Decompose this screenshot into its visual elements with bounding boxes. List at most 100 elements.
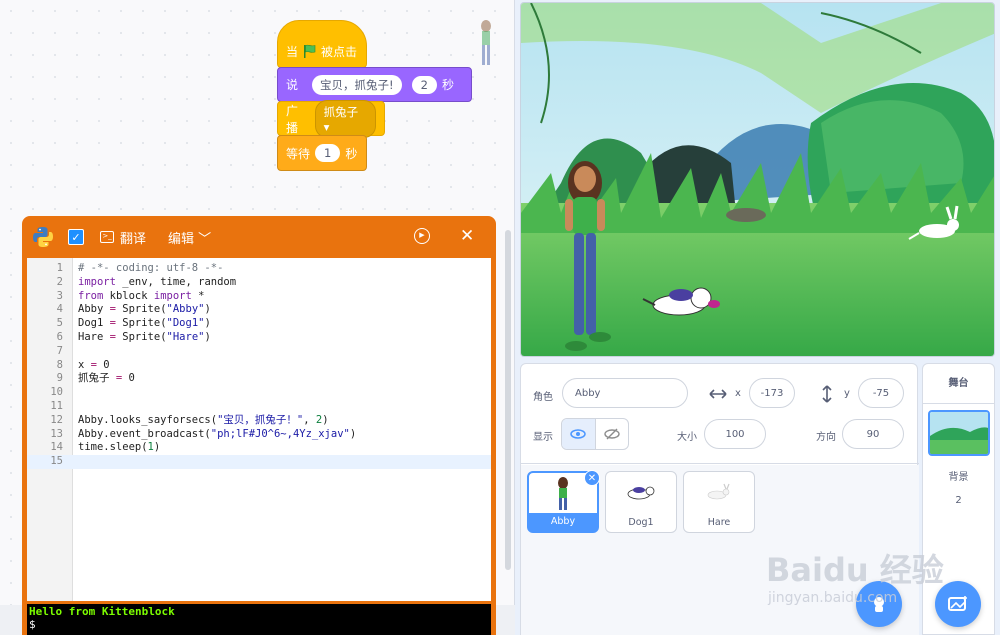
code-editor[interactable]: 1 # -*- coding: utf-8 -*- 2 import _env, ti… (27, 258, 491, 601)
chevron-down-icon: ▾ (323, 119, 330, 134)
when-label: 当 (286, 44, 299, 59)
python-editor-toolbar: ✓ >_ 翻译 编辑 ﹀ ▶ ✕ (22, 216, 496, 258)
y-label: y (844, 388, 850, 399)
line-number: 14 (50, 441, 63, 454)
line-number: 12 (50, 413, 63, 426)
broadcast-block[interactable]: 广播 抓兔子 ▾ (277, 99, 385, 138)
line-number: 10 (50, 386, 63, 399)
show-eye-icon[interactable] (562, 419, 596, 449)
code-line[interactable]: 14 time.sleep(1) (27, 441, 491, 455)
script-scrollbar[interactable] (505, 230, 511, 570)
stage-backdrop-thumbnail[interactable] (927, 410, 990, 456)
abby-thumbnail-icon (558, 477, 568, 510)
run-play-icon[interactable]: ▶ (414, 228, 430, 244)
sprite-tile-dog1[interactable]: Dog1 (605, 471, 677, 533)
sprite-tile-hare[interactable]: Hare (683, 471, 755, 533)
close-icon[interactable]: ✕ (460, 226, 474, 246)
choose-backdrop-button[interactable] (935, 581, 981, 627)
code-line[interactable]: 11 (27, 400, 491, 414)
sprite-tile-label: Hare (707, 517, 731, 528)
delete-sprite-icon[interactable]: ✕ (584, 470, 600, 486)
line-number: 1 (56, 262, 63, 274)
current-sprite-thumbnail-icon (481, 20, 491, 65)
stage-canvas[interactable] (520, 2, 995, 357)
code-line[interactable]: 7 (27, 345, 491, 359)
say-text-input[interactable]: 宝贝，抓兔子! (312, 74, 402, 95)
code-line[interactable]: 13 Abby.event_broadcast("ph;lF#J0^6~,4Yz_… (27, 428, 491, 442)
sprite-tile-label: Dog1 (628, 517, 654, 528)
code-text: 抓兔子 = 0 (78, 372, 135, 385)
say-seconds-input[interactable]: 2 (411, 75, 437, 94)
wait-seconds-input[interactable]: 1 (315, 144, 341, 162)
code-line[interactable]: 1 # -*- coding: utf-8 -*- (27, 262, 491, 276)
code-line[interactable]: 3 from kblock import * (27, 290, 491, 304)
sprite-tile-abby[interactable]: ✕ Abby (527, 470, 600, 533)
sprite-add-icon (874, 597, 884, 612)
code-line[interactable]: 12 Abby.looks_sayforsecs("宝贝，抓兔子！", 2) (27, 414, 491, 428)
y-input[interactable]: -75 (858, 378, 904, 408)
green-flag-icon (304, 44, 316, 58)
line-number: 8 (56, 358, 63, 371)
x-input[interactable]: -173 (749, 378, 795, 408)
code-text: from kblock import * (78, 289, 205, 302)
edit-menu-button[interactable]: 编辑 ﹀ (168, 228, 211, 247)
broadcast-message: 抓兔子 (323, 104, 359, 119)
direction-input[interactable]: 90 (842, 419, 904, 449)
backdrop-label: 背景 (948, 472, 969, 483)
line-number: 4 (56, 303, 63, 316)
when-flag-suffix: 被点击 (321, 44, 358, 59)
say-for-secs-block[interactable]: 说 宝贝，抓兔子! 2 秒 (277, 67, 472, 102)
code-line[interactable]: 2 import _env, time, random (27, 276, 491, 290)
code-line[interactable]: 5 Dog1 = Sprite("Dog1") (27, 317, 491, 331)
code-line[interactable]: 8 x = 0 (27, 359, 491, 373)
line-number: 6 (56, 331, 63, 343)
python-logo-icon (33, 227, 53, 247)
sprite-name-input[interactable]: Abby (562, 378, 688, 408)
backdrop-add-icon (948, 596, 967, 611)
code-line[interactable]: 9 抓兔子 = 0 (27, 372, 491, 386)
edit-label: 编辑 (168, 231, 195, 247)
say-seconds-unit: 秒 (441, 78, 454, 92)
code-text: Abby.looks_sayforsecs("宝贝，抓兔子！", 2) (78, 413, 329, 426)
code-text: Dog1 = Sprite("Dog1") (78, 317, 211, 330)
enable-python-checkbox[interactable]: ✓ (68, 229, 84, 245)
code-text: Hare = Sprite("Hare") (78, 331, 211, 343)
python-editor-panel: ✓ >_ 翻译 编辑 ﹀ ▶ ✕ 1 # -*- coding: utf-8 -*… (22, 216, 496, 635)
sprite-tile-label: Abby (529, 513, 597, 531)
when-flag-clicked-block[interactable]: 当 被点击 (277, 20, 367, 68)
code-text: Abby = Sprite("Abby") (78, 303, 211, 316)
code-line[interactable]: 15 (27, 455, 491, 469)
console-output-line: Hello from Kittenblock (29, 605, 175, 618)
code-line[interactable]: 6 Hare = Sprite("Hare") (27, 331, 491, 345)
line-number: 3 (56, 289, 63, 302)
wait-label: 等待 (286, 146, 311, 161)
x-label: x (735, 388, 741, 399)
sprite-properties: 角色 Abby x -173 y -75 显示 大小 100 方向 90 (521, 364, 919, 464)
hide-eye-icon[interactable] (596, 419, 629, 449)
line-number: 15 (50, 455, 63, 468)
terminal-icon: >_ (100, 231, 114, 243)
code-text: x = 0 (78, 358, 110, 371)
output-console[interactable]: Hello from Kittenblock $ (27, 604, 491, 635)
line-number: 9 (56, 372, 63, 385)
line-number: 11 (50, 400, 63, 412)
wait-block[interactable]: 等待 1 秒 (277, 135, 367, 171)
code-text: time.sleep(1) (78, 441, 161, 454)
code-line[interactable]: 10 (27, 386, 491, 400)
console-prompt: $ (29, 618, 36, 631)
backdrop-count: 2 (955, 495, 962, 506)
size-input[interactable]: 100 (704, 419, 766, 449)
code-text: Abby.event_broadcast("ph;lF#J0^6~,4Yz_xj… (78, 427, 357, 440)
show-label: 显示 (533, 432, 553, 443)
visibility-toggle (561, 418, 629, 450)
translate-label: 翻译 (120, 231, 147, 247)
line-number: 5 (56, 317, 63, 330)
code-line[interactable]: 4 Abby = Sprite("Abby") (27, 303, 491, 317)
dog-thumbnail-icon (627, 486, 655, 500)
code-text: import _env, time, random (78, 275, 237, 288)
translate-button[interactable]: >_ 翻译 (100, 228, 146, 247)
broadcast-message-dropdown[interactable]: 抓兔子 ▾ (314, 99, 376, 138)
line-number: 2 (56, 275, 63, 288)
choose-sprite-button[interactable] (856, 581, 902, 627)
say-label: 说 (286, 78, 299, 92)
